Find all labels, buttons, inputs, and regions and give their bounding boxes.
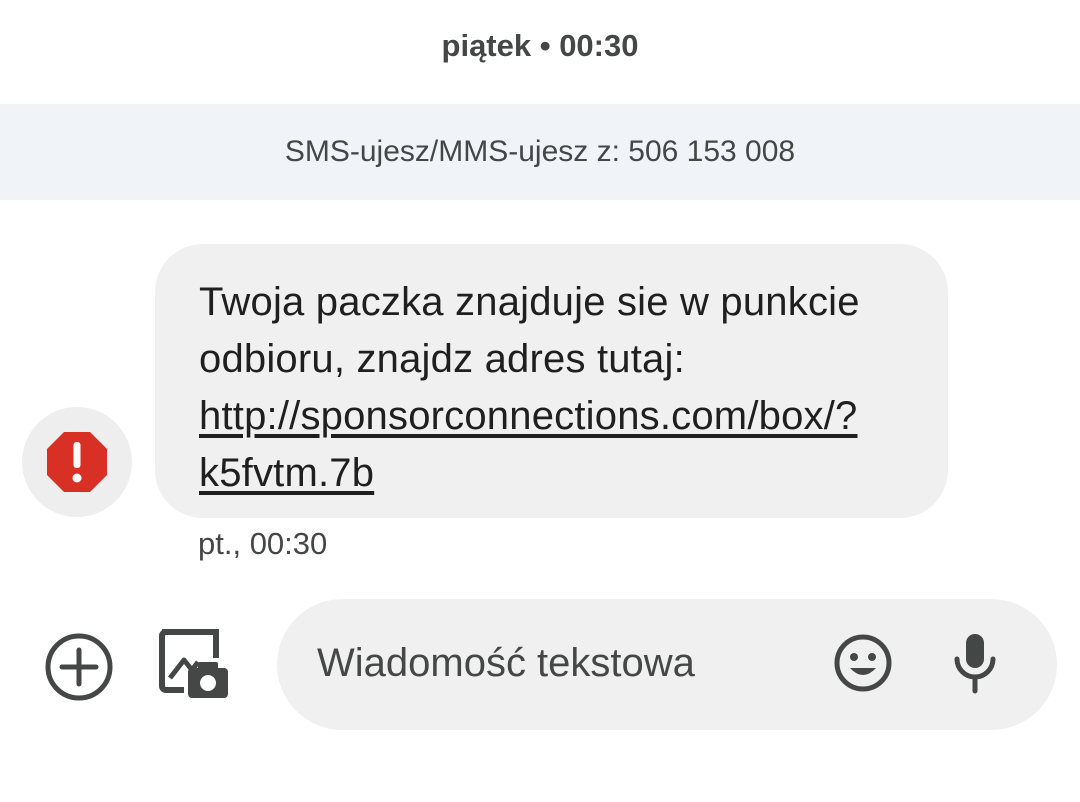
- warning-octagon-icon: [47, 432, 107, 492]
- add-attachment-button[interactable]: [44, 632, 114, 702]
- message-text: Twoja paczka znajduje sie w punkcie odbi…: [199, 274, 908, 502]
- message-link[interactable]: http://sponsorconnections.com/box/?k5fvt…: [199, 394, 857, 495]
- gallery-camera-icon: [159, 629, 228, 698]
- message-timestamp: pt., 00:30: [198, 526, 328, 561]
- emoji-button[interactable]: [833, 633, 893, 693]
- sms-sender-banner: SMS-ujesz/MMS-ujesz z: 506 153 008: [0, 104, 1080, 200]
- message-body: Twoja paczka znajduje sie w punkcie odbi…: [199, 280, 860, 381]
- message-compose-field[interactable]: Wiadomość tekstowa: [277, 599, 1057, 730]
- voice-input-button[interactable]: [951, 631, 999, 695]
- sms-sender-banner-text: SMS-ujesz/MMS-ujesz z: 506 153 008: [284, 135, 796, 168]
- emoji-icon: [834, 634, 892, 692]
- gallery-button[interactable]: [158, 628, 232, 702]
- microphone-icon: [954, 634, 996, 694]
- compose-placeholder[interactable]: Wiadomość tekstowa: [317, 641, 695, 686]
- plus-circle-icon: [45, 633, 113, 701]
- conversation-date-header: piątek • 00:30: [441, 28, 639, 63]
- sender-avatar[interactable]: [22, 407, 132, 517]
- incoming-message-bubble[interactable]: Twoja paczka znajduje sie w punkcie odbi…: [155, 244, 948, 518]
